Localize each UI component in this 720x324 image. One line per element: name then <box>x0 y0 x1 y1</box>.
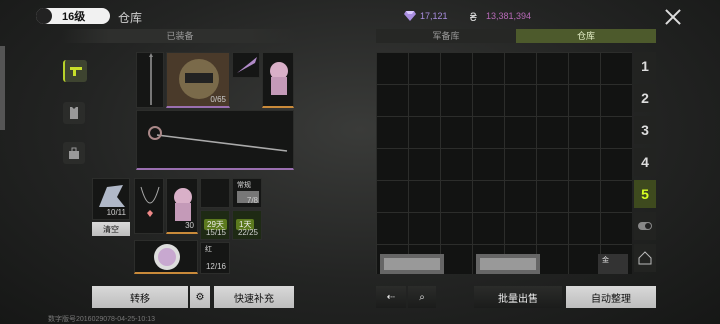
left-edge-marker <box>0 46 5 130</box>
gear-icon: ⚙ <box>195 291 205 303</box>
dragon-count: 10/11 <box>106 208 126 217</box>
slot-supply-2[interactable]: 1天 22/25 <box>232 210 262 240</box>
coin-count: 13,381,394 <box>486 11 532 21</box>
storage-item-gold[interactable]: 金 <box>598 254 628 274</box>
avatar <box>36 8 52 24</box>
spear-icon <box>149 53 153 105</box>
toggle-view-button[interactable] <box>634 212 656 240</box>
slot-charm[interactable] <box>262 52 294 108</box>
lucky-cat-icon <box>174 188 192 221</box>
helmet-count: 0/65 <box>210 95 226 104</box>
red-tag: 红 <box>205 246 212 253</box>
back-button[interactable]: ⇠ <box>376 286 406 308</box>
gem-icon <box>404 11 416 21</box>
level-label: 16级 <box>62 11 86 23</box>
search-button[interactable]: ⌕ <box>408 286 436 308</box>
supply-1-count: 15/15 <box>205 228 226 237</box>
slot-shield[interactable] <box>134 240 198 274</box>
slot-supply-1[interactable]: 29天 15/15 <box>200 210 230 240</box>
red-count: 12/16 <box>205 262 226 271</box>
slot-necklace[interactable] <box>134 178 164 234</box>
ammo-case-icon <box>480 258 536 270</box>
slot-dragon[interactable]: 10/11 <box>92 178 130 220</box>
ammo-case-icon <box>384 258 440 270</box>
batch-sell-button[interactable]: 批量出售 <box>474 286 562 308</box>
cat-count: 30 <box>185 221 194 230</box>
rapier-icon <box>148 126 288 152</box>
category-backpack[interactable] <box>63 142 85 164</box>
search-icon: ⌕ <box>419 291 425 303</box>
tab-armory[interactable]: 军备库 <box>376 29 516 43</box>
category-armor[interactable] <box>63 102 85 124</box>
arrow-left-icon: ⇠ <box>386 291 396 303</box>
storage-grid[interactable] <box>376 52 632 274</box>
supply-2-count: 22/25 <box>237 228 258 237</box>
auto-sort-button[interactable]: 自动整理 <box>566 286 656 308</box>
slot-primary-weapon[interactable] <box>136 110 294 170</box>
storage-item-1[interactable] <box>380 254 444 274</box>
house-icon <box>638 251 652 265</box>
knife-icon <box>237 57 257 73</box>
page-title: 仓库 <box>118 11 143 25</box>
page-5[interactable]: 5 <box>634 180 656 208</box>
vest-icon <box>70 107 78 119</box>
page-1[interactable]: 1 <box>634 52 656 80</box>
bag-icon <box>69 147 79 159</box>
necklace-icon <box>140 186 160 217</box>
level-badge: 16级 <box>36 8 110 24</box>
clear-button[interactable]: 清空 <box>92 222 130 236</box>
lucky-cat-icon <box>270 62 288 95</box>
toggle-icon <box>638 222 652 230</box>
slot-helmet[interactable]: 0/65 <box>166 52 230 108</box>
close-icon[interactable] <box>662 6 684 28</box>
page-4[interactable]: 4 <box>634 148 656 176</box>
transfer-settings-button[interactable]: ⚙ <box>190 286 210 308</box>
gun-icon <box>70 67 82 76</box>
house-button[interactable] <box>634 244 656 272</box>
slot-box[interactable]: 常规 7/8 <box>232 178 262 208</box>
slot-empty[interactable] <box>200 178 230 208</box>
gem-count: 17,121 <box>420 11 448 21</box>
equipped-header: 已装备 <box>62 29 298 43</box>
slot-red[interactable]: 红 12/16 <box>200 242 230 274</box>
category-weapon[interactable] <box>63 60 87 82</box>
footer-text: 数字版号2016029078-04-25-10:13 <box>48 316 156 323</box>
page-3[interactable]: 3 <box>634 116 656 144</box>
gold-tag: 金 <box>602 257 609 264</box>
tab-warehouse[interactable]: 仓库 <box>516 29 656 43</box>
slot-knife[interactable] <box>232 52 260 78</box>
transfer-button[interactable]: 转移 <box>92 286 188 308</box>
storage-item-2[interactable] <box>476 254 540 274</box>
slot-cat-charm[interactable]: 30 <box>166 178 198 234</box>
quick-refill-button[interactable]: 快速补充 <box>214 286 294 308</box>
box-count: 7/8 <box>246 196 258 205</box>
slot-melee[interactable] <box>136 52 164 108</box>
coin-icon: ₴ <box>470 10 477 24</box>
page-2[interactable]: 2 <box>634 84 656 112</box>
shield-icon <box>154 244 180 270</box>
